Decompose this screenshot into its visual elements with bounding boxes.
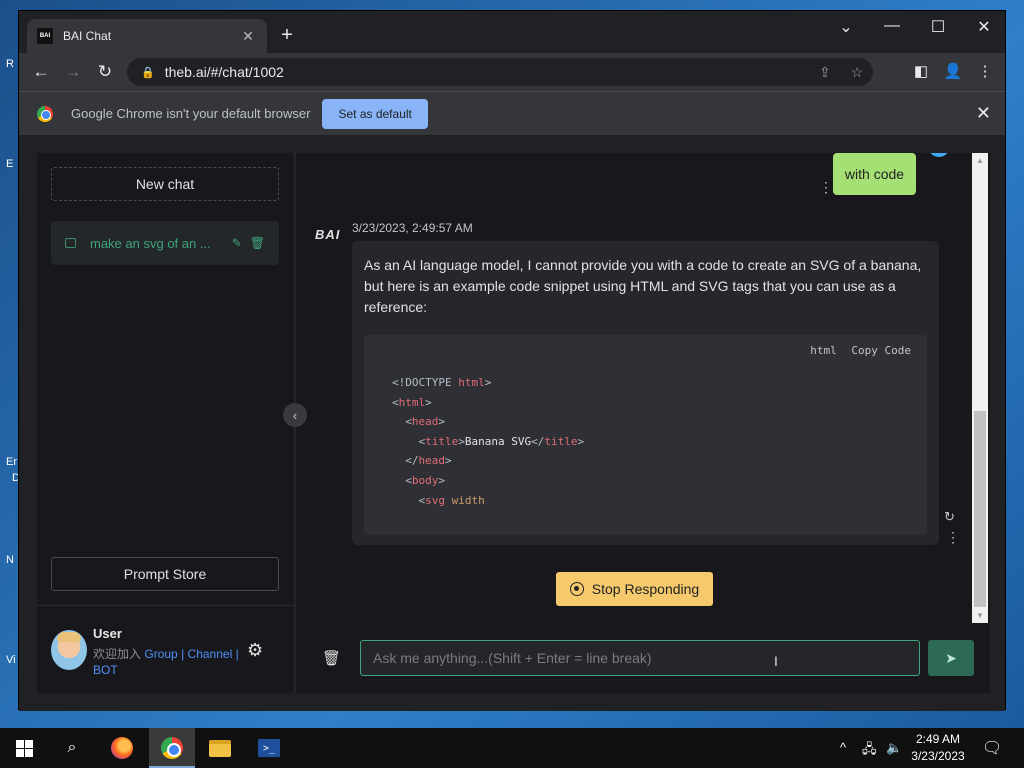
bot-link[interactable]: BOT bbox=[93, 663, 118, 677]
window-close-icon[interactable]: ✕ bbox=[969, 17, 999, 37]
user-message-bubble: with code bbox=[833, 153, 916, 195]
browser-menu-icon[interactable]: ⋮ bbox=[971, 62, 999, 80]
clock-date: 3/23/2023 bbox=[911, 749, 965, 763]
file-explorer-icon[interactable] bbox=[208, 736, 232, 760]
bai-favicon-icon: BAI bbox=[37, 28, 53, 44]
code-language-label: html bbox=[810, 344, 837, 357]
chat-bubble-icon bbox=[65, 238, 76, 248]
desktop-icon-label[interactable]: N bbox=[6, 554, 14, 566]
send-paper-plane-icon: ➤ bbox=[945, 649, 957, 666]
new-tab-plus-icon[interactable]: + bbox=[275, 25, 299, 45]
side-panel-icon[interactable]: ◧ bbox=[907, 62, 935, 80]
user-message-menu-icon[interactable]: ⋮ bbox=[819, 179, 833, 196]
avatar bbox=[51, 630, 87, 670]
stop-responding-button[interactable]: Stop Responding bbox=[556, 572, 713, 606]
bot-message-menu-icon[interactable]: ⋮ bbox=[946, 529, 960, 546]
address-bar[interactable]: 🔒 theb.ai/#/chat/1002 ⇪ ☆ bbox=[127, 58, 873, 86]
chrome-taskbar-icon[interactable] bbox=[160, 736, 184, 760]
chat-sidebar: New chat make an svg of an ... ✎ 🗑 Promp… bbox=[37, 153, 295, 693]
default-browser-infobar: Google Chrome isn't your default browser… bbox=[19, 91, 1005, 135]
bai-chat-app: New chat make an svg of an ... ✎ 🗑 Promp… bbox=[19, 135, 1005, 711]
settings-gear-icon[interactable]: ⚙ bbox=[247, 640, 263, 661]
channel-link[interactable]: Channel bbox=[188, 647, 233, 661]
send-button[interactable]: ➤ bbox=[928, 640, 974, 676]
profile-icon[interactable]: 👤 bbox=[939, 62, 967, 80]
infobar-text: Google Chrome isn't your default browser bbox=[71, 106, 311, 121]
group-link[interactable]: Group bbox=[144, 647, 177, 661]
scroll-up-arrow-icon[interactable]: ▲ bbox=[976, 156, 984, 165]
volume-muted-icon[interactable]: 🔈 bbox=[886, 740, 902, 756]
tab-title: BAI Chat bbox=[63, 29, 112, 43]
forward-arrow-icon[interactable]: → bbox=[57, 62, 89, 82]
desktop-icon-label[interactable]: Vi bbox=[6, 654, 16, 666]
chat-history-item[interactable]: make an svg of an ... ✎ 🗑 bbox=[51, 221, 279, 265]
new-chat-button[interactable]: New chat bbox=[51, 167, 279, 201]
network-icon[interactable]: 🖧 bbox=[862, 740, 877, 762]
regenerate-icon[interactable]: ↻ bbox=[944, 509, 955, 525]
user-area: User 欢迎加入 Group | Channel | BOT ⚙ bbox=[37, 605, 295, 693]
code-block: html Copy Code <!DOCTYPE html> <html> <h… bbox=[364, 335, 927, 535]
separator: | bbox=[181, 647, 185, 661]
desktop-icon-label[interactable]: E bbox=[6, 158, 13, 170]
message-timestamp: 3/23/2023, 2:49:57 AM bbox=[352, 221, 473, 235]
prompt-store-button[interactable]: Prompt Store bbox=[51, 557, 279, 591]
welcome-text: 欢迎加入 bbox=[93, 647, 142, 661]
desktop-icon-label[interactable]: Er bbox=[6, 456, 17, 468]
stop-responding-label: Stop Responding bbox=[591, 581, 700, 597]
bot-message-text: As an AI language model, I cannot provid… bbox=[364, 257, 922, 315]
chat-scrollbar[interactable]: ▲ ▼ bbox=[972, 153, 988, 623]
clock-time: 2:49 AM bbox=[915, 732, 961, 746]
tab-search-chevron-icon[interactable]: ⌄ bbox=[831, 17, 861, 37]
firefox-icon[interactable] bbox=[110, 736, 134, 760]
scroll-down-arrow-icon[interactable]: ▼ bbox=[976, 611, 984, 620]
chat-main: with code ⋮ BAI 3/23/2023, 2:49:57 AM As… bbox=[296, 153, 990, 693]
start-windows-icon[interactable] bbox=[12, 736, 36, 760]
search-icon[interactable]: ⌕ bbox=[60, 736, 84, 760]
user-description: 欢迎加入 Group | Channel | BOT bbox=[93, 646, 243, 678]
set-default-button[interactable]: Set as default bbox=[322, 98, 428, 129]
chat-messages: with code ⋮ BAI 3/23/2023, 2:49:57 AM As… bbox=[296, 153, 972, 623]
lock-icon[interactable]: 🔒 bbox=[141, 66, 155, 79]
reload-icon[interactable]: ↻ bbox=[89, 62, 121, 82]
text-cursor-icon: I bbox=[774, 653, 778, 669]
infobar-close-icon[interactable]: ✕ bbox=[976, 103, 991, 124]
clear-chat-trash-icon[interactable]: 🗑 bbox=[322, 649, 341, 667]
user-name: User bbox=[93, 626, 122, 641]
system-clock[interactable]: 2:49 AM 3/23/2023 bbox=[908, 731, 968, 765]
minimize-icon[interactable]: — bbox=[877, 17, 907, 35]
bot-message-bubble: As an AI language model, I cannot provid… bbox=[352, 241, 939, 545]
notification-icon[interactable]: 🗨 bbox=[982, 738, 1002, 758]
url-text[interactable]: theb.ai/#/chat/1002 bbox=[165, 64, 809, 80]
chrome-logo-icon bbox=[37, 105, 53, 122]
browser-tab[interactable]: BAI BAI Chat ✕ bbox=[27, 19, 267, 53]
browser-window: BAI BAI Chat ✕ + ⌄ — ☐ ✕ ← → ↻ 🔒 theb.ai… bbox=[18, 10, 1006, 711]
bookmark-star-icon[interactable]: ☆ bbox=[841, 64, 873, 81]
code-toolbar: html Copy Code bbox=[802, 344, 911, 357]
scrollbar-thumb[interactable] bbox=[974, 411, 986, 607]
chat-input[interactable] bbox=[360, 640, 920, 676]
chat-history-label: make an svg of an ... bbox=[90, 235, 211, 251]
windows-taskbar: ⌕ >_ ^ 🖧 🔈 2:49 AM 3/23/2023 🗨 bbox=[0, 728, 1024, 768]
stop-circle-icon bbox=[569, 582, 584, 596]
edit-pencil-icon[interactable]: ✎ bbox=[232, 236, 242, 250]
tray-chevron-up-icon[interactable]: ^ bbox=[840, 740, 846, 755]
browser-toolbar: ← → ↻ 🔒 theb.ai/#/chat/1002 ⇪ ☆ ◧ 👤 ⋮ bbox=[19, 53, 1005, 91]
user-avatar-icon bbox=[928, 153, 950, 157]
share-icon[interactable]: ⇪ bbox=[809, 64, 841, 81]
separator: | bbox=[235, 647, 239, 661]
collapse-sidebar-chevron-icon[interactable]: ‹ bbox=[283, 403, 307, 427]
desktop-icon-label[interactable]: R bbox=[6, 58, 14, 70]
code-content: <!DOCTYPE html> <html> <head> <title>Ban… bbox=[392, 376, 585, 507]
delete-trash-icon[interactable]: 🗑 bbox=[250, 236, 265, 250]
back-arrow-icon[interactable]: ← bbox=[25, 62, 57, 82]
tab-strip: BAI BAI Chat ✕ + ⌄ — ☐ ✕ bbox=[19, 11, 1005, 53]
bai-bot-logo: BAI bbox=[315, 227, 341, 242]
powershell-icon[interactable]: >_ bbox=[257, 736, 281, 760]
copy-code-button[interactable]: Copy Code bbox=[851, 344, 911, 357]
maximize-icon[interactable]: ☐ bbox=[923, 17, 953, 37]
tab-close-icon[interactable]: ✕ bbox=[239, 28, 257, 45]
